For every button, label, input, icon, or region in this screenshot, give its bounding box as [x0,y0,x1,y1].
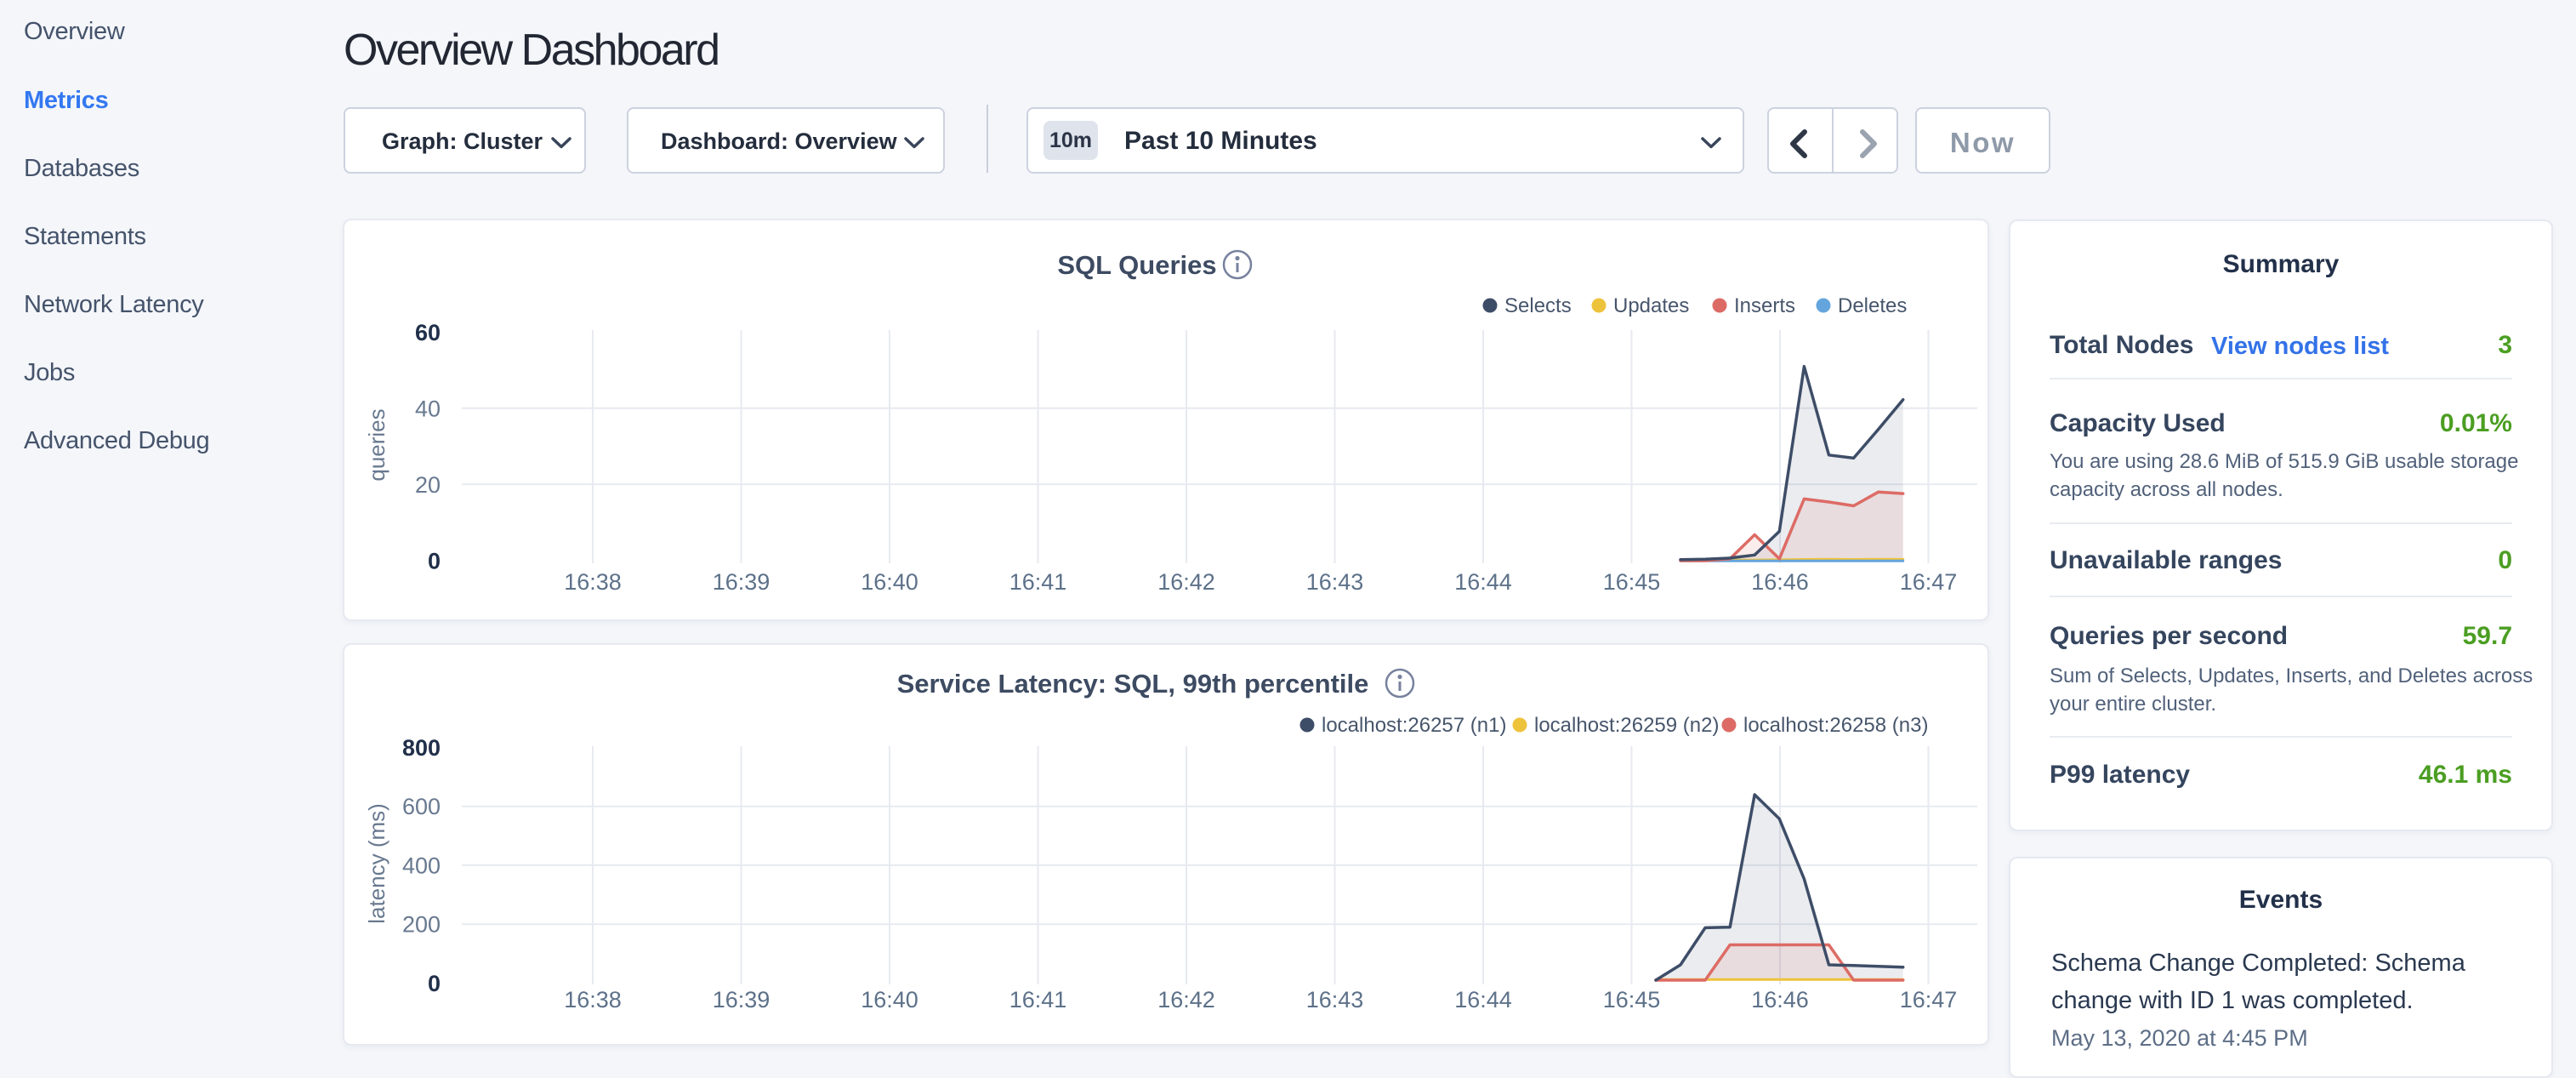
svg-text:16:39: 16:39 [713,987,771,1012]
svg-text:localhost:26257 (n1): localhost:26257 (n1) [1322,714,1506,737]
svg-text:localhost:26259 (n2): localhost:26259 (n2) [1534,714,1719,737]
svg-text:16:41: 16:41 [1009,569,1067,595]
svg-text:40: 40 [415,396,441,421]
svg-text:Selects: Selects [1504,294,1572,317]
svg-text:0: 0 [428,971,441,996]
svg-text:16:45: 16:45 [1603,987,1661,1012]
svg-text:16:46: 16:46 [1751,987,1809,1012]
svg-text:16:38: 16:38 [564,569,622,595]
svg-text:Inserts: Inserts [1734,294,1795,317]
svg-text:16:47: 16:47 [1900,987,1958,1012]
svg-text:Deletes: Deletes [1838,294,1907,317]
svg-text:16:41: 16:41 [1009,987,1067,1012]
svg-text:200: 200 [402,912,441,938]
svg-text:400: 400 [402,853,441,878]
svg-text:16:38: 16:38 [564,987,622,1012]
svg-text:16:42: 16:42 [1157,569,1215,595]
svg-text:16:44: 16:44 [1454,569,1512,595]
svg-text:600: 600 [402,794,441,819]
svg-text:16:46: 16:46 [1751,569,1809,595]
svg-text:20: 20 [415,472,441,498]
svg-text:16:43: 16:43 [1306,987,1364,1012]
svg-text:latency (ms): latency (ms) [364,803,390,924]
svg-text:16:44: 16:44 [1454,987,1512,1012]
svg-text:800: 800 [402,735,441,761]
svg-text:16:39: 16:39 [713,569,771,595]
svg-text:60: 60 [415,320,441,345]
svg-text:16:43: 16:43 [1306,569,1364,595]
svg-text:0: 0 [428,549,441,574]
svg-text:16:42: 16:42 [1157,987,1215,1012]
svg-text:16:40: 16:40 [861,569,918,595]
svg-text:16:47: 16:47 [1900,569,1958,595]
svg-text:Updates: Updates [1613,294,1689,317]
svg-text:SQL Queries: SQL Queries [1057,250,1216,280]
svg-text:16:45: 16:45 [1603,569,1661,595]
svg-text:16:40: 16:40 [861,987,918,1012]
svg-text:Service Latency: SQL, 99th per: Service Latency: SQL, 99th percentile [897,669,1369,699]
svg-text:queries: queries [364,408,390,481]
svg-text:localhost:26258 (n3): localhost:26258 (n3) [1743,714,1928,737]
